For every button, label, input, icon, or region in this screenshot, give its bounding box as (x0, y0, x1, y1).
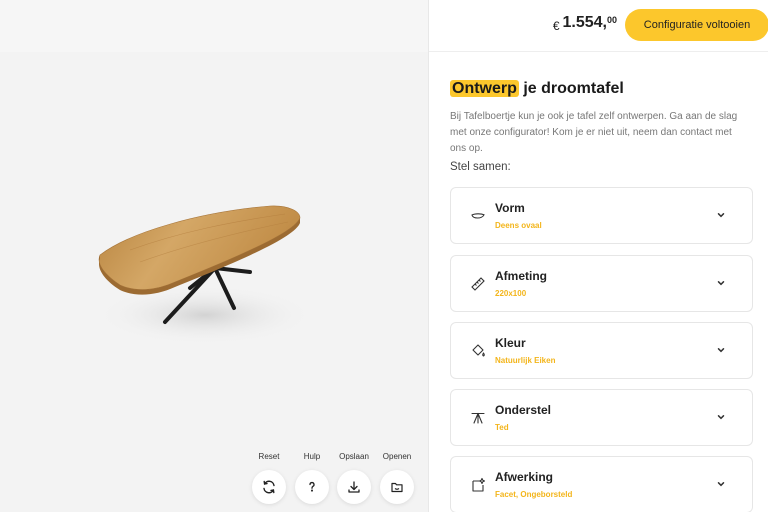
compose-subheading: Stel samen: (450, 161, 511, 173)
option-afmeting[interactable]: Afmeting 220x100 (450, 255, 753, 312)
intro-text: Bij Tafelboertje kun je ook je tafel zel… (450, 111, 738, 154)
option-value: 220x100 (495, 289, 527, 298)
title-highlight: Ontwerp (450, 80, 519, 97)
chevron-down-icon (717, 213, 725, 218)
ruler-icon (470, 276, 486, 292)
price-decimals: 00 (606, 15, 617, 25)
option-onderstel[interactable]: Onderstel Ted (450, 389, 753, 446)
option-kleur[interactable]: Kleur Natuurlijk Eiken (450, 322, 753, 379)
complete-configuration-button[interactable]: Configuratie voltooien (625, 9, 768, 41)
help-label: Hulp (303, 452, 321, 461)
panel-top-bar: € 1.554, 00 Configuratie voltooien (429, 0, 768, 52)
chevron-down-icon (717, 482, 725, 487)
save-button[interactable] (337, 470, 371, 504)
reset-label: Reset (258, 452, 280, 461)
option-afwerking[interactable]: Afwerking Facet, Ongeborsteld (450, 456, 753, 512)
table-shadow (95, 285, 315, 345)
option-value: Ted (495, 423, 509, 432)
total-price: € 1.554, 00 (553, 14, 617, 33)
table-base-icon (470, 410, 486, 426)
open-label: Openen (382, 452, 412, 461)
option-value: Deens ovaal (495, 221, 542, 230)
option-vorm[interactable]: Vorm Deens ovaal (450, 187, 753, 244)
reset-button[interactable] (252, 470, 286, 504)
table-3d-model[interactable] (0, 0, 428, 512)
option-value: Natuurlijk Eiken (495, 356, 556, 365)
option-title: Afmeting (495, 269, 547, 283)
option-title: Kleur (495, 336, 526, 350)
page-title: Ontwerp je droomtafel (450, 80, 624, 98)
price-amount: 1.554, (562, 14, 607, 31)
save-label: Opslaan (339, 452, 369, 461)
price-currency: € (552, 19, 560, 33)
chevron-down-icon (717, 281, 725, 286)
product-viewer[interactable]: Reset Hulp Opslaan Openen (0, 0, 428, 512)
title-rest: je droomtafel (518, 80, 624, 97)
refresh-icon (263, 480, 275, 494)
open-folder-icon (391, 482, 403, 493)
download-icon (348, 481, 360, 493)
question-icon (309, 481, 315, 492)
option-title: Vorm (495, 201, 525, 215)
finish-sparkle-icon (470, 477, 486, 493)
shape-icon (470, 208, 486, 224)
option-title: Onderstel (495, 403, 552, 417)
paint-bucket-icon (470, 343, 486, 359)
chevron-down-icon (717, 415, 725, 420)
chevron-down-icon (717, 348, 725, 353)
help-button[interactable] (295, 470, 329, 504)
configurator-panel: € 1.554, 00 Configuratie voltooien Ontwe… (428, 0, 768, 512)
option-title: Afwerking (495, 470, 554, 484)
option-value: Facet, Ongeborsteld (495, 490, 573, 499)
open-button[interactable] (380, 470, 414, 504)
